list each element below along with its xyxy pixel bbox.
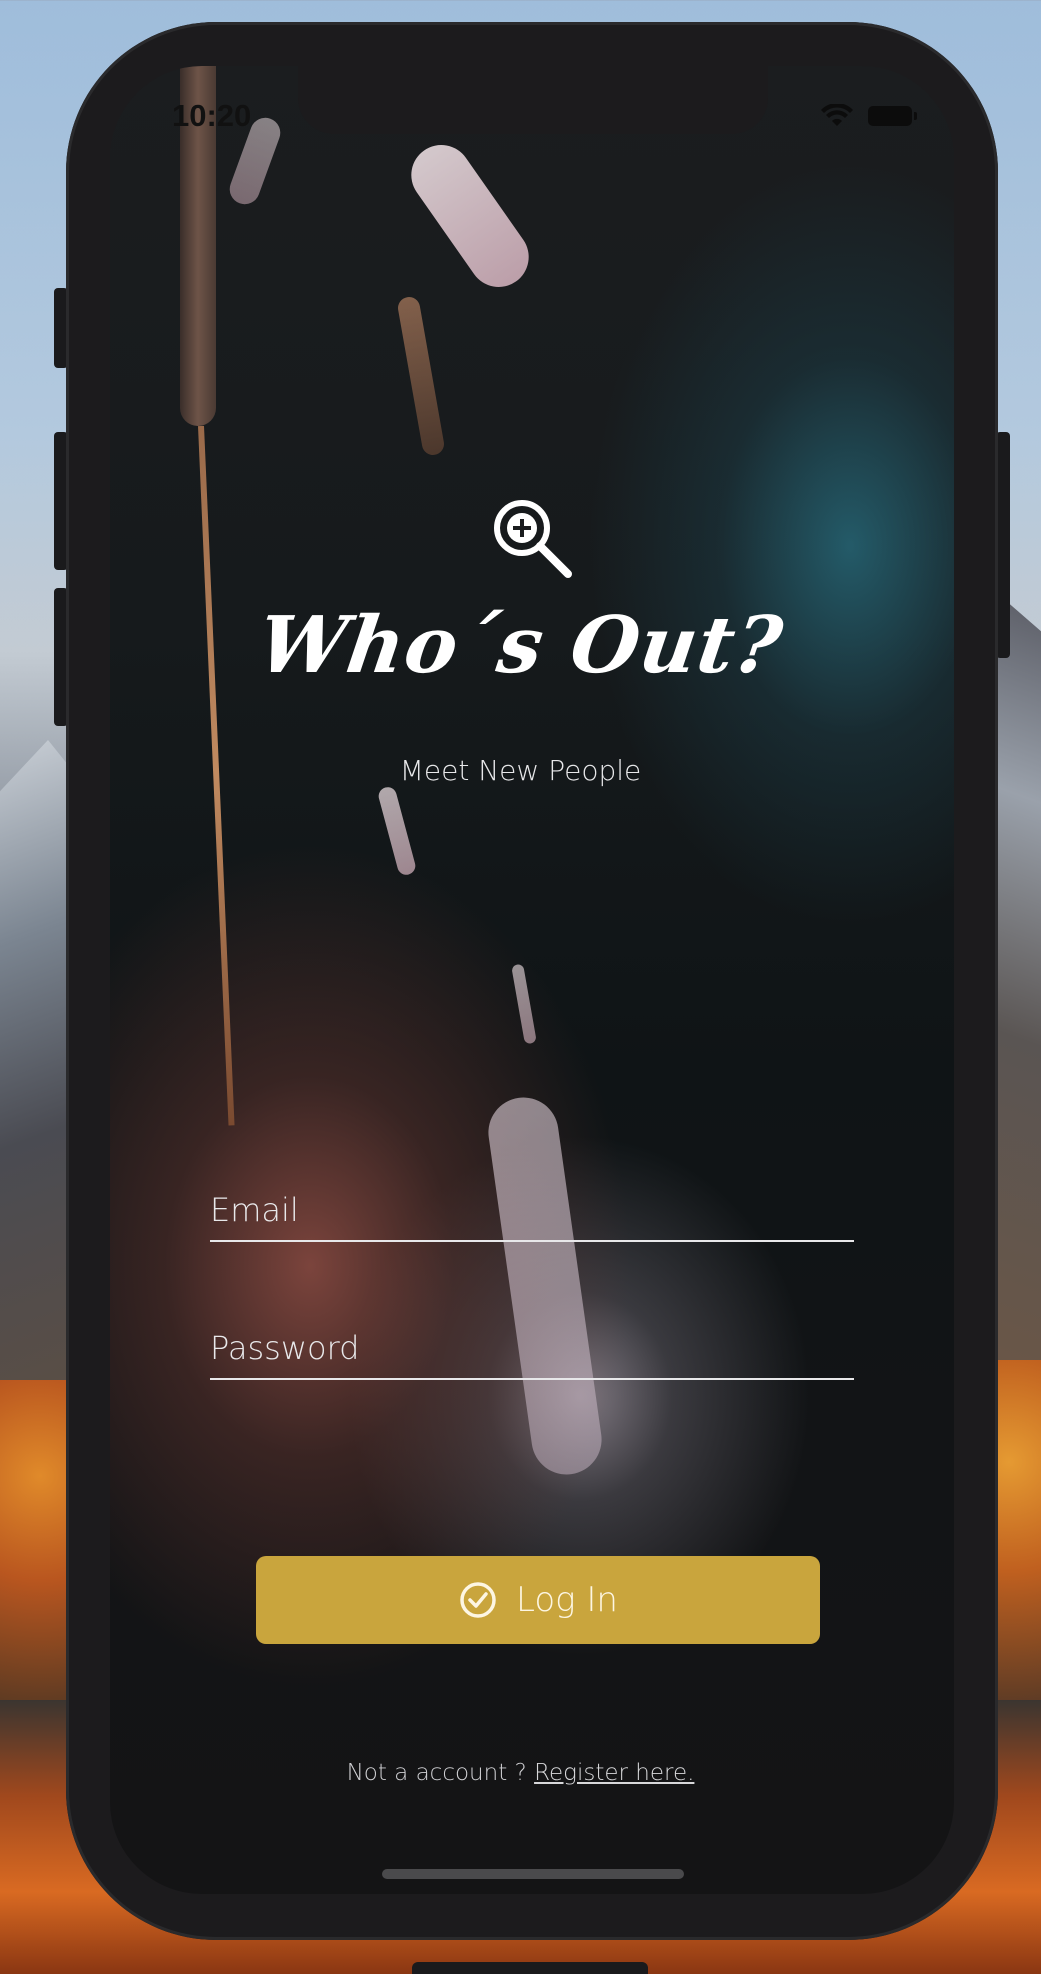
wifi-icon	[821, 104, 853, 126]
home-indicator[interactable]	[382, 1869, 684, 1879]
notch	[298, 66, 768, 134]
background-spark	[376, 785, 418, 877]
email-field[interactable]	[210, 1184, 854, 1242]
zoom-in-magnifier-icon	[494, 500, 572, 578]
app-subtitle: Meet New People	[399, 754, 642, 787]
password-field[interactable]	[210, 1322, 854, 1380]
login-button[interactable]: Log In	[256, 1556, 820, 1644]
register-prompt-text: Not a account ?	[346, 1760, 535, 1786]
background-spark	[483, 1092, 607, 1480]
status-icons	[820, 104, 917, 128]
background-spark	[396, 295, 446, 457]
check-circle-icon	[460, 1582, 496, 1618]
background-spark	[511, 963, 537, 1045]
status-time: 10:20	[172, 98, 252, 133]
battery-icon	[868, 106, 917, 126]
register-link[interactable]: Register here.	[534, 1760, 694, 1786]
simulator-dock-handle	[412, 1962, 648, 1974]
register-prompt: Not a account ? Register here.	[0, 1760, 1041, 1786]
background-spark	[399, 133, 541, 299]
login-button-label: Log In	[516, 1580, 618, 1620]
app-title: Who´s Out?	[252, 600, 789, 691]
